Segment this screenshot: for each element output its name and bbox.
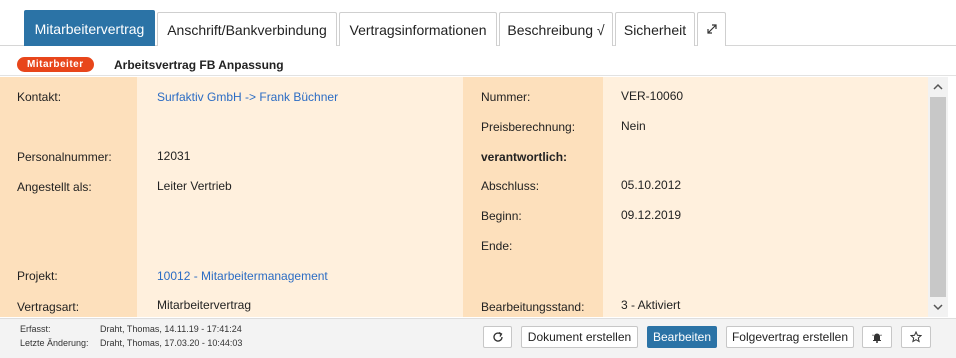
personalnummer-label: Personalnummer: <box>17 150 112 164</box>
verantwortlich-label: verantwortlich: <box>481 150 568 164</box>
bell-icon <box>871 331 883 343</box>
erfasst-label: Erfasst: <box>20 324 51 334</box>
nummer-value: VER-10060 <box>621 89 684 103</box>
bell-button[interactable] <box>862 326 892 348</box>
angestellt-label: Angestellt als: <box>17 180 92 194</box>
erfasst-value: Draht, Thomas, 14.11.19 - 17:41:24 <box>100 324 242 334</box>
vertragsart-label: Vertragsart: <box>17 300 80 314</box>
refresh-button[interactable] <box>483 326 512 348</box>
document-header: Mitarbeiter Arbeitsvertrag FB Anpassung <box>0 46 956 76</box>
dokument-erstellen-button[interactable]: Dokument erstellen <box>521 326 638 348</box>
scroll-up-icon[interactable] <box>932 81 944 93</box>
scroll-down-icon[interactable] <box>932 301 944 313</box>
preisberechnung-label: Preisberechnung: <box>481 120 576 134</box>
tab-bar: Mitarbeitervertrag Anschrift/Bankverbind… <box>0 0 956 47</box>
right-label-column <box>463 77 603 317</box>
abschluss-value: 05.10.2012 <box>621 178 682 192</box>
footer-bar: Erfasst: Draht, Thomas, 14.11.19 - 17:41… <box>0 318 956 358</box>
kontakt-link[interactable]: Surfaktiv GmbH -> Frank Büchner <box>157 90 338 104</box>
ende-label: Ende: <box>481 239 513 253</box>
folgevertrag-erstellen-button[interactable]: Folgevertrag erstellen <box>726 326 854 348</box>
tab-beschreibung[interactable]: Beschreibung √ <box>499 12 613 46</box>
expand-tab[interactable] <box>697 12 726 46</box>
refresh-icon <box>492 331 504 343</box>
bearbeitungsstand-value: 3 - Aktiviert <box>621 298 681 312</box>
projekt-label: Projekt: <box>17 269 58 283</box>
projekt-link[interactable]: 10012 - Mitarbeitermanagement <box>157 269 328 283</box>
bearbeiten-button[interactable]: Bearbeiten <box>647 326 717 348</box>
beginn-label: Beginn: <box>481 209 522 223</box>
document-title: Arbeitsvertrag FB Anpassung <box>114 58 284 72</box>
tab-vertragsinformationen[interactable]: Vertragsinformationen <box>339 12 497 46</box>
type-badge: Mitarbeiter <box>17 57 94 72</box>
scroll-thumb[interactable] <box>930 97 946 297</box>
kontakt-label: Kontakt: <box>17 90 62 104</box>
vertragsart-value: Mitarbeitervertrag <box>157 298 252 312</box>
tab-sicherheit[interactable]: Sicherheit <box>615 12 695 46</box>
tab-anschrift-bankverbindung[interactable]: Anschrift/Bankverbindung <box>157 12 337 46</box>
star-icon <box>910 331 922 343</box>
angestellt-value: Leiter Vertrieb <box>157 179 232 193</box>
letzte-aenderung-value: Draht, Thomas, 17.03.20 - 10:44:03 <box>100 338 243 348</box>
nummer-label: Nummer: <box>481 90 531 104</box>
tab-mitarbeitervertrag[interactable]: Mitarbeitervertrag <box>24 10 155 47</box>
abschluss-label: Abschluss: <box>481 179 540 193</box>
bearbeitungsstand-label: Bearbeitungsstand: <box>481 300 585 314</box>
vertical-scrollbar[interactable] <box>928 77 948 317</box>
personalnummer-value: 12031 <box>157 149 191 163</box>
favorite-button[interactable] <box>901 326 931 348</box>
form-content: Kontakt: Surfaktiv GmbH -> Frank Büchner… <box>0 77 928 317</box>
expand-icon <box>706 22 718 38</box>
letzte-aenderung-label: Letzte Änderung: <box>20 338 89 348</box>
beginn-value: 09.12.2019 <box>621 208 682 222</box>
preisberechnung-value: Nein <box>621 119 646 133</box>
